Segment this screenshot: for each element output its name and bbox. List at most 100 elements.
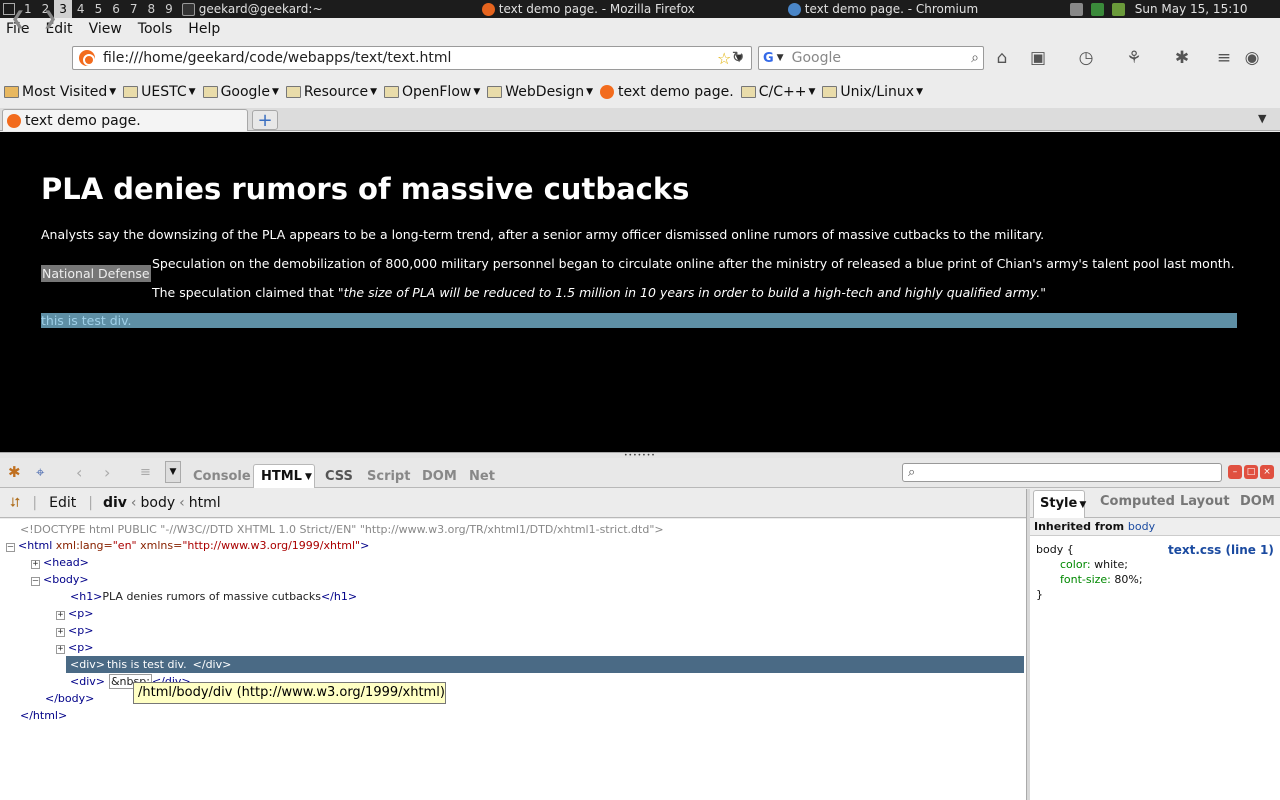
bookmark-google[interactable]: Google ▼	[202, 84, 279, 100]
panel-menu-dropdown-icon[interactable]: ▼	[165, 461, 181, 483]
p-node-1[interactable]: + <p>	[56, 606, 93, 622]
div-node-selected[interactable]: <div> this is test div. </div>	[70, 657, 231, 673]
update-icon[interactable]	[1111, 2, 1125, 16]
breadcrumb-div[interactable]: div	[103, 495, 127, 511]
bookmark-openflow[interactable]: OpenFlow ▼	[383, 84, 480, 100]
bookmark-cpp[interactable]: C/C++ ▼	[740, 84, 815, 100]
breadcrumb-html[interactable]: html	[189, 495, 221, 511]
inspect-element-icon[interactable]: ⌖	[36, 463, 58, 483]
extension-icon[interactable]: ◉	[1240, 46, 1264, 70]
back-nav-icon[interactable]: ‹	[76, 463, 92, 483]
html-node[interactable]: – <html xml:lang="en" xmlns="http://www.w…	[6, 538, 369, 554]
workspace-4[interactable]: 4	[72, 0, 90, 18]
menu-help[interactable]: Help	[188, 21, 220, 37]
detach-firebug-icon[interactable]: □	[1244, 465, 1258, 479]
h1-open-tag: <h1>	[70, 590, 103, 603]
search-icon[interactable]: ⌕	[971, 50, 979, 66]
tab-layout[interactable]: Layout	[1180, 494, 1230, 509]
workspace-7[interactable]: 7	[125, 0, 143, 18]
head-node[interactable]: + <head>	[31, 555, 89, 571]
minimize-firebug-icon[interactable]: –	[1228, 465, 1242, 479]
breadcrumb-body[interactable]: body	[141, 495, 176, 511]
bookmark-most-visited[interactable]: Most Visited ▼	[4, 84, 116, 100]
expand-icon[interactable]: +	[31, 560, 40, 569]
forward-button[interactable]: ❯	[36, 4, 64, 32]
collapse-icon[interactable]: –	[6, 543, 15, 552]
bookmark-label: Most Visited	[22, 84, 108, 100]
firebug-search-input[interactable]: ⌕	[902, 463, 1222, 482]
close-firebug-icon[interactable]: ×	[1260, 465, 1274, 479]
history-clock-icon[interactable]: ◷	[1074, 46, 1098, 70]
screen: 1 2 3 4 5 6 7 8 9 geekard@geekard:~ text…	[0, 0, 1280, 800]
battery-icon[interactable]	[1090, 2, 1104, 16]
workspace-9[interactable]: 9	[160, 0, 178, 18]
tab-side-dom[interactable]: DOM	[1240, 494, 1275, 509]
tab-style[interactable]: Style ▼	[1033, 490, 1086, 518]
expand-icon[interactable]: +	[56, 628, 65, 637]
list-icon[interactable]: ≡	[140, 465, 156, 481]
css-rule-font-size[interactable]: font-size: 80%;	[1060, 573, 1143, 586]
url-bar[interactable]: file:///home/geekard/code/webapps/text/t…	[72, 46, 752, 70]
tab-net[interactable]: Net	[469, 464, 495, 488]
tab-text-demo-page[interactable]: text demo page.	[2, 109, 248, 131]
inherited-from-link[interactable]: body	[1128, 520, 1155, 533]
div-close-tag: </div>	[192, 658, 232, 671]
bookmark-unix-linux[interactable]: Unix/Linux ▼	[822, 84, 923, 100]
home-icon[interactable]: ⌂	[990, 46, 1014, 70]
taskbar-firefox[interactable]: text demo page. - Mozilla Firefox	[478, 0, 784, 18]
doctype-line: <!DOCTYPE html PUBLIC "-//W3C//DTD XHTML…	[20, 523, 664, 536]
firebug-icon[interactable]: ✱	[1170, 46, 1194, 70]
css-source-link[interactable]: text.css (line 1)	[1168, 543, 1274, 557]
menu-tools[interactable]: Tools	[138, 21, 173, 37]
tab-css[interactable]: CSS	[325, 464, 353, 488]
taskbar-terminal[interactable]: geekard@geekard:~	[178, 0, 478, 18]
tab-list-dropdown-icon[interactable]: ▼	[1258, 112, 1266, 125]
tab-html[interactable]: HTML ▼	[253, 464, 315, 488]
reload-icon[interactable]: ↻	[728, 48, 748, 68]
html-close-tag: </html>	[20, 709, 68, 722]
body-node[interactable]: – <body>	[31, 572, 89, 588]
clock[interactable]: Sun May 15, 15:10	[1135, 2, 1248, 16]
tab-console[interactable]: Console	[193, 464, 251, 488]
google-engine-icon[interactable]: G	[763, 51, 774, 66]
bookmarks-menu-icon[interactable]: ▣	[1026, 46, 1050, 70]
workspace-6[interactable]: 6	[107, 0, 125, 18]
search-bar[interactable]: G ▼ Google ⌕	[758, 46, 984, 70]
addon-icon[interactable]: ⚘	[1122, 46, 1146, 70]
expand-icon[interactable]: +	[56, 611, 65, 620]
tray-icons[interactable]	[1069, 2, 1129, 16]
menu-view[interactable]: View	[89, 21, 122, 37]
workspace-5[interactable]: 5	[90, 0, 108, 18]
workspace-8[interactable]: 8	[142, 0, 160, 18]
firebug-bug-icon[interactable]: ✱	[8, 463, 30, 483]
bookmark-webdesign[interactable]: WebDesign ▼	[487, 84, 593, 100]
tab-script[interactable]: Script	[367, 464, 410, 488]
chromium-icon	[787, 2, 801, 16]
p-node-2[interactable]: + <p>	[56, 623, 93, 639]
notes-icon[interactable]: ≡	[1212, 46, 1236, 70]
tab-dom[interactable]: DOM	[422, 464, 457, 488]
bookmark-text-demo-page[interactable]: text demo page.	[600, 84, 734, 100]
css-rule-color[interactable]: color: white;	[1060, 558, 1128, 571]
tab-computed[interactable]: Computed	[1100, 494, 1175, 509]
body-close-node: </body>	[45, 691, 94, 707]
new-tab-button[interactable]: +	[252, 110, 278, 131]
taskbar-chromium[interactable]: text demo page. - Chromium	[784, 0, 1064, 18]
bookmark-uestc[interactable]: UESTC ▼	[123, 84, 196, 100]
edit-mode-icon[interactable]: ⮃	[10, 496, 20, 511]
edit-button[interactable]: Edit	[49, 495, 76, 511]
h1-node[interactable]: <h1>PLA denies rumors of massive cutback…	[70, 589, 357, 605]
bookmark-resource[interactable]: Resource ▼	[285, 84, 377, 100]
p-node-3[interactable]: + <p>	[56, 640, 93, 656]
collapse-icon[interactable]: –	[31, 577, 40, 586]
html-tab-dropdown-icon[interactable]: ▼	[305, 472, 312, 482]
expand-icon[interactable]: +	[56, 645, 65, 654]
back-button[interactable]: ❮	[4, 4, 32, 32]
engine-dropdown-icon[interactable]: ▼	[777, 53, 784, 63]
paragraph-3-text: The speculation claimed that	[152, 285, 338, 300]
html-bracket: >	[360, 539, 370, 552]
style-dropdown-icon[interactable]: ▼	[1079, 500, 1086, 510]
forward-nav-icon[interactable]: ›	[104, 463, 120, 483]
url-text[interactable]: file:///home/geekard/code/webapps/text/t…	[103, 50, 717, 66]
network-icon[interactable]	[1069, 2, 1083, 16]
